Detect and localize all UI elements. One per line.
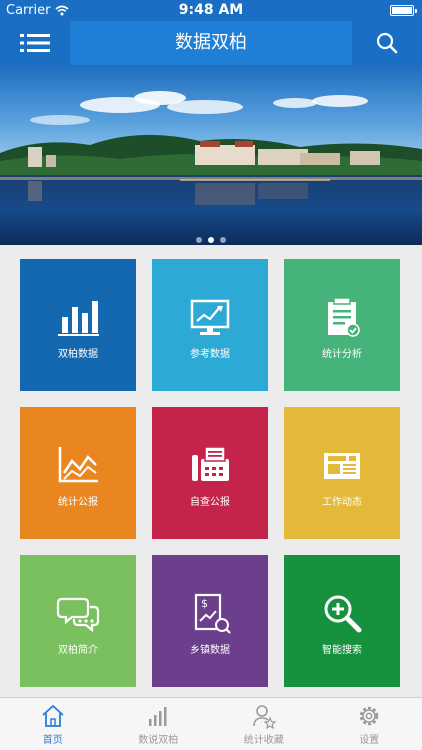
- monitor-chart-icon: [190, 299, 230, 335]
- tile-statistical-analysis[interactable]: 统计分析: [284, 259, 400, 391]
- tab-label: 设置: [359, 734, 380, 746]
- tile-work-news[interactable]: 工作动态: [284, 407, 400, 539]
- search-icon: [376, 32, 398, 54]
- tile-township-data[interactable]: $ 乡镇数据: [152, 555, 268, 687]
- clock: 9:48 AM: [178, 2, 244, 18]
- tab-label: 统计收藏: [243, 734, 284, 746]
- tile-label: 统计公报: [58, 496, 98, 508]
- menu-icon: [20, 34, 50, 52]
- banner-carousel[interactable]: [0, 65, 422, 245]
- tile-label: 双柏数据: [58, 348, 98, 360]
- tab-label: 首页: [42, 734, 63, 746]
- carousel-dot-active[interactable]: [208, 237, 214, 243]
- search-button[interactable]: [352, 21, 422, 65]
- tab-favorites[interactable]: 统计收藏: [211, 698, 317, 750]
- menu-button[interactable]: [0, 21, 70, 65]
- tile-label: 双柏简介: [58, 644, 98, 656]
- svg-text:$: $: [201, 597, 208, 610]
- tile-shuangbai-intro[interactable]: 双柏简介: [20, 555, 136, 687]
- zoom-in-icon: [324, 595, 362, 632]
- tile-smart-search[interactable]: 智能搜索: [284, 555, 400, 687]
- bar-chart-icon: [58, 300, 99, 336]
- tile-label: 智能搜索: [322, 644, 362, 656]
- carousel-dot[interactable]: [196, 237, 202, 243]
- tab-label: 数说双柏: [138, 734, 179, 746]
- feature-grid: 双柏数据 参考数据 统计分析 统计公报 自查公报 工作动态 双柏简介 $ 乡镇数…: [20, 259, 400, 687]
- user-star-icon: [252, 704, 277, 729]
- tile-shuangbai-data[interactable]: 双柏数据: [20, 259, 136, 391]
- tab-home[interactable]: 首页: [0, 698, 106, 750]
- newspaper-icon: [324, 452, 360, 479]
- tile-label: 工作动态: [322, 496, 362, 508]
- line-chart-icon: [58, 446, 98, 482]
- tile-label: 乡镇数据: [190, 644, 230, 656]
- tab-bar: 首页 数说双柏 统计收藏 设置: [0, 697, 422, 750]
- tile-reference-data[interactable]: 参考数据: [152, 259, 268, 391]
- tile-self-check-bulletin[interactable]: 自查公报: [152, 407, 268, 539]
- gear-icon: [359, 706, 379, 725]
- navigation-bar: 数据双柏: [0, 21, 422, 65]
- tile-statistical-bulletin[interactable]: 统计公报: [20, 407, 136, 539]
- lake-scenery-image: [0, 65, 422, 245]
- tile-label: 统计分析: [322, 348, 362, 360]
- carousel-dot[interactable]: [220, 237, 226, 243]
- tile-label: 自查公报: [190, 496, 230, 508]
- chat-bubbles-icon: [56, 597, 100, 632]
- page-title: 数据双柏: [175, 32, 247, 53]
- document-chart-icon: $: [194, 593, 231, 634]
- battery-icon: [390, 5, 417, 16]
- tile-label: 参考数据: [190, 348, 230, 360]
- home-icon: [42, 704, 64, 727]
- tab-settings[interactable]: 设置: [317, 698, 422, 750]
- carousel-indicator[interactable]: [0, 237, 422, 243]
- tab-data-talk[interactable]: 数说双柏: [106, 698, 212, 750]
- status-bar: Carrier 9:48 AM: [0, 0, 422, 21]
- bars-icon: [149, 706, 167, 726]
- clipboard-check-icon: [328, 296, 360, 337]
- fax-icon: [192, 445, 229, 481]
